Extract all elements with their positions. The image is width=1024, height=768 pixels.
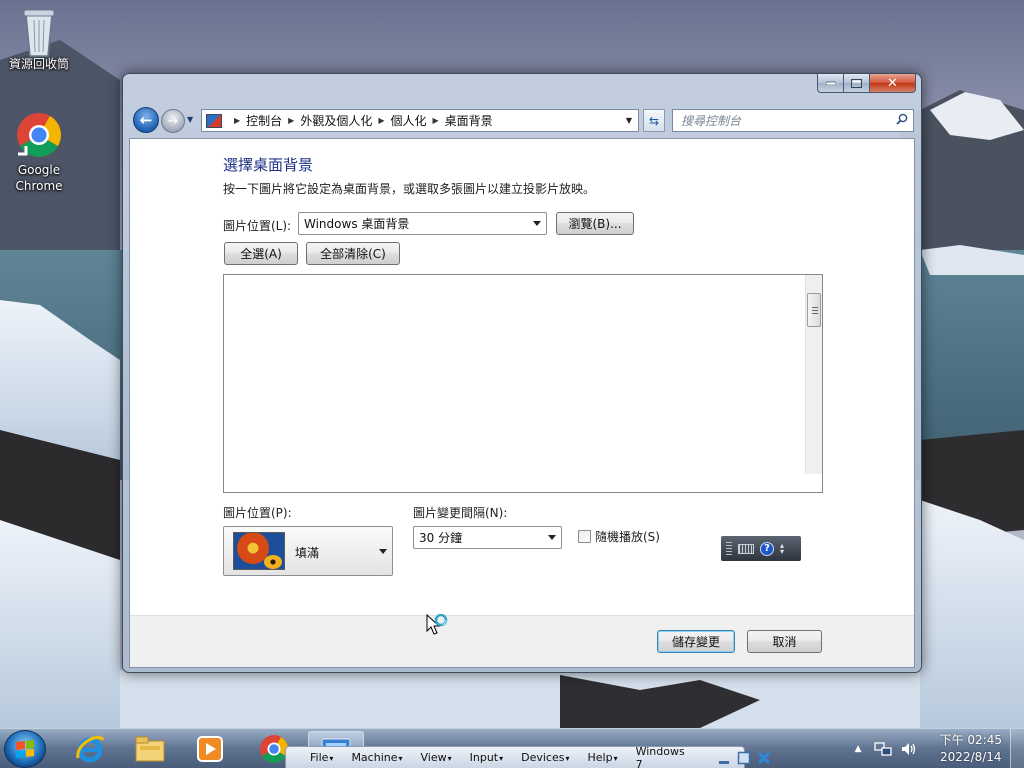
desktop-icon-google-chrome[interactable]: Google Chrome [0,112,78,194]
breadcrumb-item[interactable]: 外觀及個人化 [300,112,372,129]
minimize-button[interactable] [817,74,844,93]
breadcrumb-item[interactable]: 個人化 [391,112,427,129]
picture-position-label: 圖片位置(P): [223,506,292,520]
taskbar: File Machine View Input Devices Help Win… [0,728,1024,768]
network-icon[interactable] [873,741,892,757]
desktop-icon-label: Chrome [15,179,63,193]
search-placeholder: 搜尋控制台 [681,114,742,128]
history-dropdown[interactable]: ▼ [187,115,193,124]
virtualbox-mini-toolbar: File Machine View Input Devices Help Win… [285,744,770,768]
change-interval-dropdown[interactable]: 30 分鐘 [413,526,562,549]
menu-input[interactable]: Input [470,751,504,764]
page-title: 選擇桌面背景 [223,156,314,174]
close-icon: ✕ [887,75,898,91]
forward-icon: → [167,113,179,129]
menu-machine[interactable]: Machine [351,751,402,764]
show-hidden-icons-icon[interactable]: ▲ [855,744,862,754]
save-changes-button[interactable]: 儲存變更 [657,630,735,653]
restore-icon[interactable] [737,751,751,765]
picture-position-dropdown[interactable]: 填滿 [223,526,393,576]
minimize-icon[interactable] [717,751,731,765]
select-all-button[interactable]: 全選(A) [224,242,298,265]
control-panel-icon [206,113,222,128]
media-player-icon [197,736,223,762]
search-icon[interactable] [896,113,908,125]
menu-devices[interactable]: Devices [521,751,569,764]
shuffle-label[interactable]: 隨機播放(S) [595,528,660,545]
start-button[interactable] [4,730,46,768]
taskbar-file-explorer[interactable] [122,731,178,767]
navigation-bar: ← → ▼ ▶ 控制台 ▶ 外觀及個人化 ▶ 個人化 ▶ 桌面背景 ▼ ⇆ 搜尋… [131,107,915,135]
minimize-icon [825,81,836,85]
chevron-down-icon [548,535,556,540]
desktop-icon-recycle-bin[interactable]: 資源回收筒 [0,6,78,72]
back-button[interactable]: ← [133,107,159,133]
menu-file[interactable]: File [310,751,333,764]
file-explorer-icon [135,736,165,762]
picture-location-dropdown[interactable]: Windows 桌面背景 [298,212,547,235]
vm-title: Windows 7 [635,744,685,768]
clock-time: 下午 02:45 [939,733,1002,747]
keyboard-icon[interactable] [738,543,754,554]
refresh-button[interactable]: ⇆ [643,109,665,132]
wallpaper-list[interactable] [223,274,823,493]
vm-window-controls [717,751,771,765]
caption-buttons: ✕ [817,74,916,94]
chevron-down-icon[interactable]: ▼ [626,116,632,125]
desktop-icon-label: 資源回收筒 [8,57,69,71]
picture-position-value: 填滿 [295,546,320,560]
help-icon[interactable]: ? [760,541,774,556]
scrollbar-thumb[interactable] [807,293,821,327]
control-panel-window: ✕ ← → ▼ ▶ 控制台 ▶ 外觀及個人化 ▶ 個人化 ▶ 桌面背景 ▼ ⇆ … [122,73,922,673]
search-input[interactable]: 搜尋控制台 [672,109,914,132]
instruction-text: 按一下圖片將它設定為桌面背景，或選取多張圖片以建立投影片放映。 [223,182,596,196]
refresh-icon: ⇆ [648,113,660,128]
internet-explorer-icon [76,735,105,763]
address-bar[interactable]: ▶ 控制台 ▶ 外觀及個人化 ▶ 個人化 ▶ 桌面背景 ▼ [201,109,639,132]
show-desktop-button[interactable] [1010,729,1024,768]
menu-help[interactable]: Help [588,751,618,764]
vertical-scrollbar[interactable] [805,275,822,474]
chevron-down-icon [533,221,541,226]
wallpaper-thumbnail [233,532,285,570]
maximize-button[interactable] [844,74,870,93]
language-bar[interactable]: ? ▴ ▾ [721,536,801,561]
clear-all-button[interactable]: 全部清除(C) [306,242,400,265]
breadcrumb-item[interactable]: 桌面背景 [445,112,493,129]
dialog-footer: 儲存變更 取消 [130,615,914,667]
breadcrumb-item[interactable]: 控制台 [246,112,282,129]
maximize-icon [851,78,862,88]
chevron-right-icon[interactable]: ▶ [433,116,439,125]
chevron-down-icon [379,549,387,554]
forward-button[interactable]: → [161,109,185,133]
back-icon: ← [139,111,153,129]
menu-view[interactable]: View [421,751,452,764]
chrome-icon [16,112,62,158]
language-bar-grip[interactable] [726,542,732,555]
cancel-button[interactable]: 取消 [747,630,822,653]
speaker-icon[interactable] [900,741,918,757]
picture-location-value: Windows 桌面背景 [304,217,410,231]
clock-date: 2022/8/14 [940,750,1002,764]
desktop-background-panel: 選擇桌面背景 按一下圖片將它設定為桌面背景，或選取多張圖片以建立投影片放映。 圖… [129,138,915,668]
change-interval-value: 30 分鐘 [419,531,463,545]
busy-cursor-icon [426,614,448,635]
shuffle-checkbox[interactable] [578,530,591,543]
picture-location-label: 圖片位置(L): [223,219,292,233]
desktop-icon-label: Google [17,163,61,177]
change-interval-label: 圖片變更間隔(N): [413,506,508,520]
close-button[interactable]: ✕ [870,74,916,93]
language-bar-options-icon[interactable]: ▴ ▾ [780,541,784,555]
close-icon[interactable] [757,751,771,765]
start-icon [16,740,34,758]
chevron-right-icon[interactable]: ▶ [288,116,294,125]
chevron-right-icon[interactable]: ▶ [378,116,384,125]
browse-button[interactable]: 瀏覽(B)... [556,212,634,235]
system-tray: ▲ 下午 02:45 2022/8/14 [855,729,1024,768]
chevron-right-icon: ▶ [234,116,241,125]
clock[interactable]: 下午 02:45 2022/8/14 [940,732,1002,766]
taskbar-internet-explorer[interactable] [62,731,118,767]
taskbar-media-player[interactable] [182,731,238,767]
recycle-bin-icon [16,6,62,57]
